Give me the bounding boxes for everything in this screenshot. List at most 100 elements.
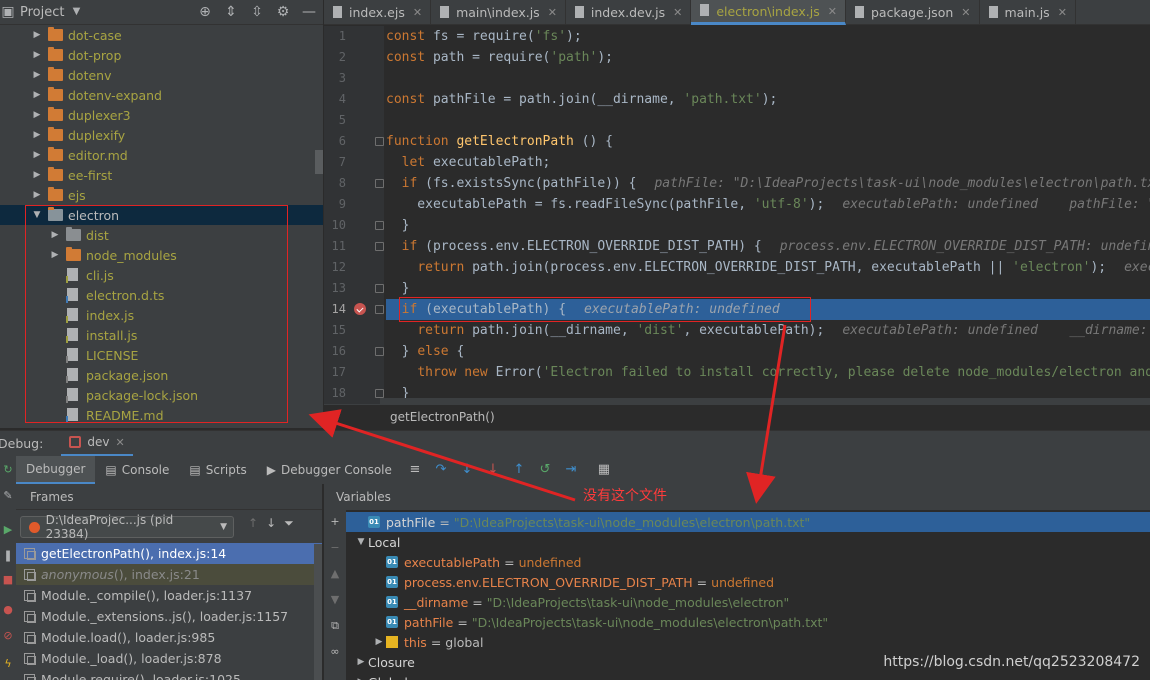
force-step-into-icon[interactable]: ↓ xyxy=(483,460,503,480)
code-line[interactable]: const fs = require('fs'); xyxy=(386,26,1150,47)
stop-icon[interactable]: ■ xyxy=(2,574,14,586)
chevron-right-icon[interactable]: ▶ xyxy=(32,150,42,160)
tab-scripts[interactable]: ▤ Scripts xyxy=(179,456,256,484)
glasses-icon[interactable]: ∞ xyxy=(329,646,341,658)
close-icon[interactable]: ✕ xyxy=(548,6,557,19)
code-line[interactable]: executablePath = fs.readFileSync(pathFil… xyxy=(386,194,1150,215)
frame-up-icon[interactable]: ↑ xyxy=(248,516,258,531)
chevron-right-icon[interactable]: ▶ xyxy=(32,30,42,40)
chevron-right-icon[interactable]: ▶ xyxy=(32,170,42,180)
fold-marker-icon[interactable] xyxy=(375,284,384,293)
tree-item[interactable]: ▶ dotenv xyxy=(0,65,323,85)
chevron-right-icon[interactable]: ▶ xyxy=(32,110,42,120)
chevron-right-icon[interactable]: ▶ xyxy=(32,130,42,140)
step-out-icon[interactable]: ↑ xyxy=(509,460,529,480)
breadcrumb[interactable]: getElectronPath() xyxy=(324,404,1150,428)
editor-gutter[interactable]: 1 2 3 4 5 6 7 8 9 10 11 12 13 14 15 16 17 18 xyxy=(324,26,384,404)
gear-icon[interactable]: ⚙ xyxy=(275,4,291,20)
tree-scrollbar[interactable] xyxy=(315,150,323,174)
frame-item[interactable]: getElectronPath(), index.js:14 xyxy=(16,543,322,564)
code-line[interactable] xyxy=(386,68,1150,89)
tree-item[interactable]: ▶ duplexify xyxy=(0,125,323,145)
tab-electron-index-js[interactable]: electron\index.js ✕ xyxy=(691,0,846,25)
frame-item[interactable]: Module.load(), loader.js:985 xyxy=(16,627,322,648)
frame-item[interactable]: Module._load(), loader.js:878 xyxy=(16,648,322,669)
scope-local[interactable]: ▼ Local xyxy=(346,532,1150,552)
step-into-icon[interactable]: ↓ xyxy=(457,460,477,480)
close-icon[interactable]: ✕ xyxy=(1058,6,1067,19)
resume-icon[interactable]: ▶ xyxy=(2,524,14,536)
pause-icon[interactable]: ❚ xyxy=(2,550,14,562)
tree-item[interactable]: ▶ dotenv-expand xyxy=(0,85,323,105)
fold-marker-icon[interactable] xyxy=(375,389,384,398)
hide-icon[interactable]: — xyxy=(301,4,317,20)
remove-watch-icon[interactable]: − xyxy=(329,542,341,554)
code-line[interactable]: } else { xyxy=(386,341,1150,362)
restart-frame-icon[interactable]: ↺ xyxy=(535,460,555,480)
tab-package-json[interactable]: package.json ✕ xyxy=(846,0,980,25)
code-line[interactable]: let executablePath; xyxy=(386,152,1150,173)
code-line[interactable]: return path.join(__dirname, 'dist', exec… xyxy=(386,320,1150,341)
code-line[interactable]: throw new Error('Electron failed to inst… xyxy=(386,362,1150,383)
code-line[interactable]: const path = require('path'); xyxy=(386,47,1150,68)
variable-row[interactable]: 01 pathFile = "D:\IdeaProjects\task-ui\node… xyxy=(346,612,1150,632)
locate-icon[interactable]: ⊕ xyxy=(197,4,213,20)
step-over-icon[interactable]: ↷ xyxy=(431,460,451,480)
collapse-all-icon[interactable]: ⇳ xyxy=(249,4,265,20)
frame-item[interactable]: Module._extensions..js(), loader.js:1157 xyxy=(16,606,322,627)
scope-global[interactable]: ▶Global xyxy=(346,672,1150,680)
tree-item[interactable]: ▶ duplexer3 xyxy=(0,105,323,125)
move-up-icon[interactable]: ▲ xyxy=(329,568,341,580)
close-icon[interactable]: ✕ xyxy=(828,5,837,18)
variable-row[interactable]: 01 process.env.ELECTRON_OVERRIDE_DIST_PAT… xyxy=(346,572,1150,592)
variable-row[interactable]: ▶ this = global xyxy=(346,632,1150,652)
close-icon[interactable]: ✕ xyxy=(413,6,422,19)
tree-item[interactable]: ▶ ee-first xyxy=(0,165,323,185)
close-icon[interactable]: ✕ xyxy=(115,436,124,449)
tab-main-index-js[interactable]: main\index.js ✕ xyxy=(431,0,566,25)
breakpoint-icon[interactable] xyxy=(354,303,366,315)
fold-marker-icon[interactable] xyxy=(375,179,384,188)
chevron-right-icon[interactable]: ▶ xyxy=(354,657,368,667)
frame-item[interactable]: Module._compile(), loader.js:1137 xyxy=(16,585,322,606)
variable-row[interactable]: 01 __dirname = "D:\IdeaProjects\task-ui\nod… xyxy=(346,592,1150,612)
tree-item[interactable]: ▶ editor.md xyxy=(0,145,323,165)
close-icon[interactable]: ✕ xyxy=(673,6,682,19)
tab-console[interactable]: ▤ Console xyxy=(95,456,179,484)
code-line[interactable]: if (fs.existsSync(pathFile)) {pathFile: … xyxy=(386,173,1150,194)
code-line[interactable]: const pathFile = path.join(__dirname, 'p… xyxy=(386,89,1150,110)
frame-down-icon[interactable]: ↓ xyxy=(266,516,276,531)
copy-icon[interactable]: ⧉ xyxy=(329,620,341,632)
frame-item[interactable]: Module.require(), loader.js:1025 xyxy=(16,669,322,680)
wrench-icon[interactable]: ✎ xyxy=(2,490,14,502)
tab-debugger[interactable]: Debugger xyxy=(16,456,96,484)
add-watch-icon[interactable]: + xyxy=(329,516,341,528)
filter-icon[interactable]: ⏷ xyxy=(284,516,294,531)
rerun-icon[interactable]: ↻ xyxy=(2,464,14,476)
tab-index-ejs[interactable]: index.ejs ✕ xyxy=(324,0,432,25)
frame-item[interactable]: anonymous (), index.js:21 xyxy=(16,564,322,585)
code-editor[interactable]: 1 2 3 4 5 6 7 8 9 10 11 12 13 14 15 16 17 18 const fs = r… xyxy=(324,26,1150,404)
fold-marker-icon[interactable] xyxy=(375,137,384,146)
tab-main-js[interactable]: main.js ✕ xyxy=(980,0,1076,25)
mute-breakpoints-icon[interactable]: ⊘ xyxy=(2,630,14,642)
chevron-down-icon[interactable]: ▼ xyxy=(354,537,368,547)
chevron-right-icon[interactable]: ▶ xyxy=(32,70,42,80)
chevron-right-icon[interactable]: ▶ xyxy=(32,90,42,100)
debug-session-tab[interactable]: dev ✕ xyxy=(61,431,133,457)
run-to-cursor-icon[interactable]: ⇥ xyxy=(561,460,581,480)
watch-row[interactable]: 01 pathFile = "D:\IdeaProjects\task-ui\node… xyxy=(346,512,1150,532)
chevron-right-icon[interactable]: ▶ xyxy=(372,637,386,647)
lightning-icon[interactable]: ϟ xyxy=(2,658,14,670)
move-down-icon[interactable]: ▼ xyxy=(329,594,341,606)
tree-item[interactable]: ▶ dot-prop xyxy=(0,45,323,65)
code-line[interactable]: } xyxy=(386,278,1150,299)
project-view-selector[interactable]: ▣ Project ▼ xyxy=(0,4,84,20)
variable-row[interactable]: 01 executablePath = undefined xyxy=(346,552,1150,572)
code-line[interactable] xyxy=(386,110,1150,131)
fold-marker-icon[interactable] xyxy=(375,242,384,251)
code-line[interactable]: function getElectronPath () { xyxy=(386,131,1150,152)
fold-marker-icon[interactable] xyxy=(375,305,384,314)
process-select[interactable]: D:\IdeaProjec...js (pid 23384) ▼ xyxy=(20,513,234,541)
expand-all-icon[interactable]: ⇕ xyxy=(223,4,239,20)
